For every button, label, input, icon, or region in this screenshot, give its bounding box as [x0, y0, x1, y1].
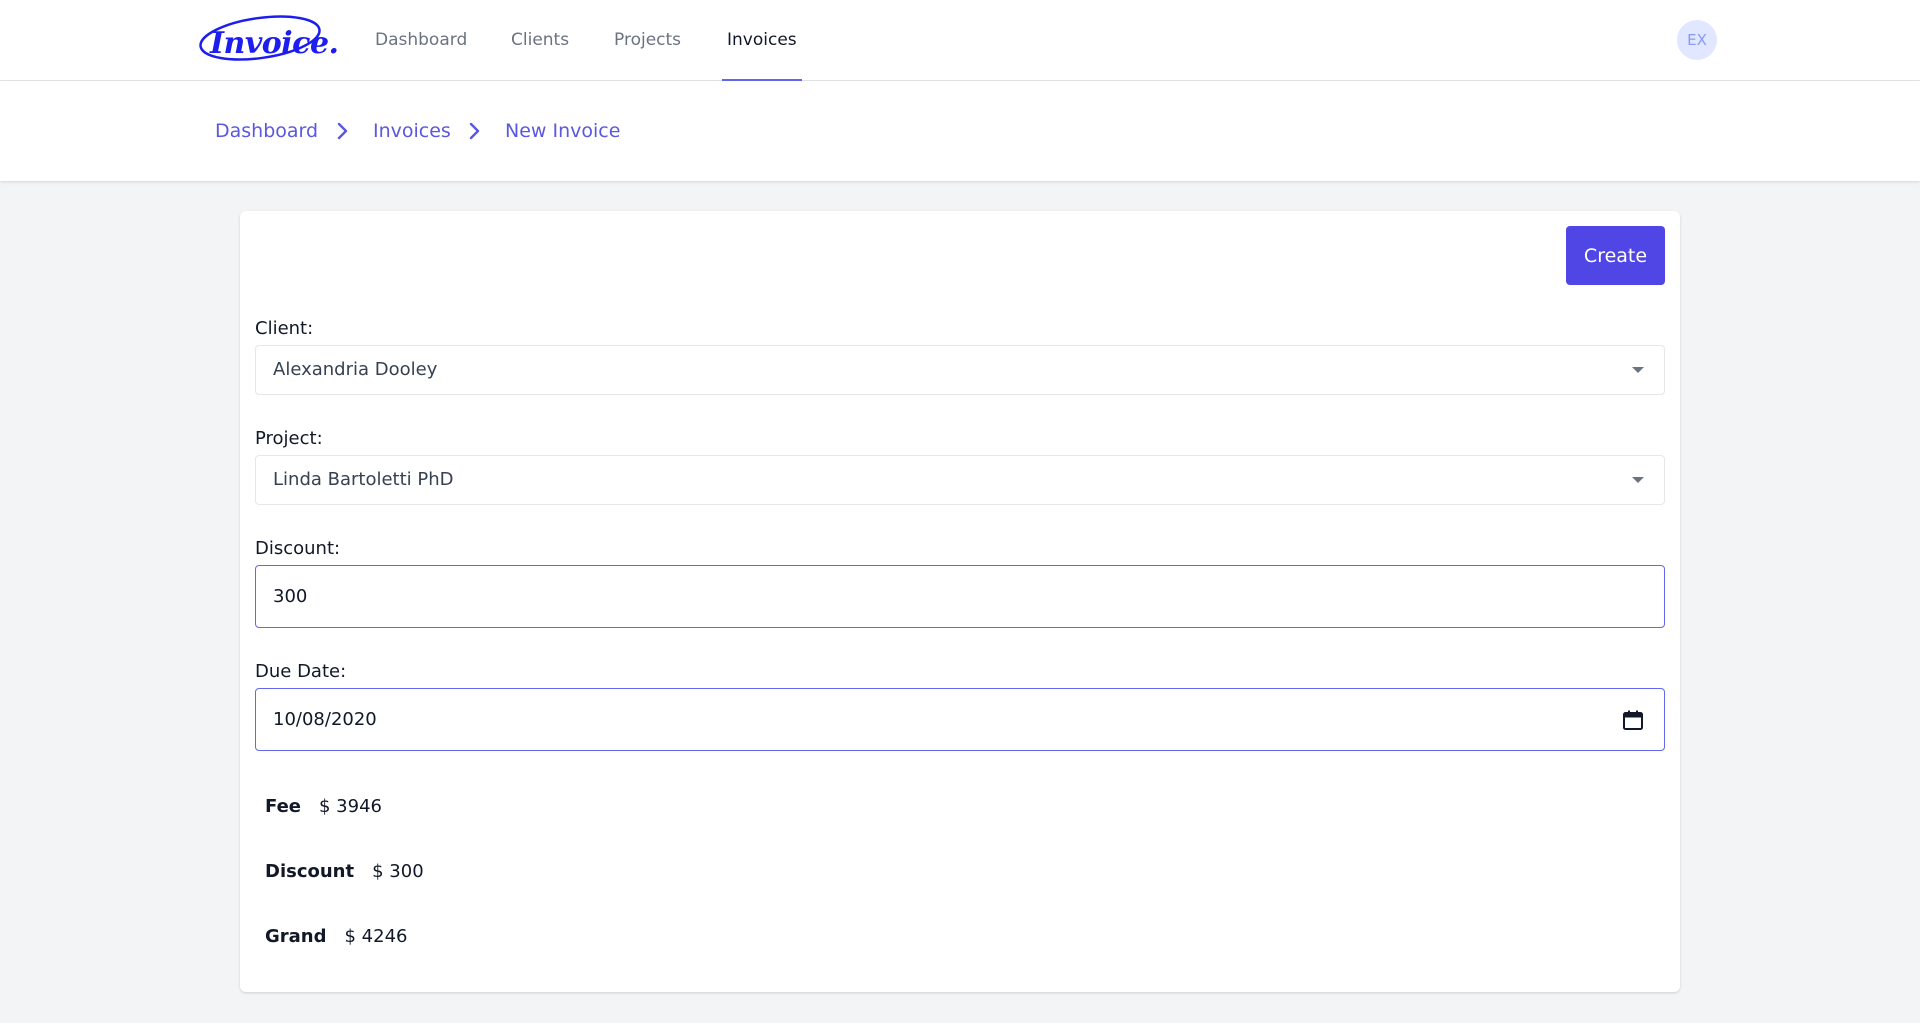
- top-navbar: Invoice. Dashboard Clients Projects Invo…: [0, 0, 1920, 81]
- invoice-logo[interactable]: Invoice.: [196, 14, 339, 66]
- discount-summary-value: $ 300: [372, 861, 424, 882]
- chevron-down-icon: [1632, 477, 1644, 483]
- breadcrumb-new-invoice[interactable]: New Invoice: [505, 81, 620, 181]
- discount-input-value: 300: [273, 586, 308, 607]
- nav-dashboard[interactable]: Dashboard: [375, 0, 467, 80]
- discount-summary-label: Discount: [265, 861, 355, 882]
- nav-invoices[interactable]: Invoices: [722, 0, 802, 81]
- due-date-label: Due Date:: [255, 661, 347, 682]
- client-select[interactable]: Alexandria Dooley: [255, 345, 1665, 395]
- project-label: Project:: [255, 428, 323, 449]
- summary-fee-row: Fee $ 3946: [265, 796, 382, 817]
- nav-projects[interactable]: Projects: [614, 0, 681, 80]
- calendar-icon[interactable]: [1622, 709, 1644, 731]
- breadcrumb-dashboard[interactable]: Dashboard: [215, 81, 318, 181]
- invoice-form-card: Create Client: Alexandria Dooley Project…: [240, 211, 1680, 992]
- chevron-right-icon: [337, 122, 348, 140]
- chevron-down-icon: [1632, 367, 1644, 373]
- project-select[interactable]: Linda Bartoletti PhD: [255, 455, 1665, 505]
- due-date-input[interactable]: 10/08/2020: [255, 688, 1665, 751]
- fee-value: $ 3946: [318, 796, 382, 817]
- grand-value: $ 4246: [344, 926, 408, 947]
- client-label: Client:: [255, 318, 314, 339]
- discount-input[interactable]: 300: [255, 565, 1665, 628]
- client-select-value: Alexandria Dooley: [273, 359, 438, 380]
- summary-grand-row: Grand $ 4246: [265, 926, 407, 947]
- chevron-right-icon: [469, 122, 480, 140]
- breadcrumb: Dashboard Invoices New Invoice: [0, 81, 1920, 181]
- nav-clients[interactable]: Clients: [511, 0, 569, 80]
- summary-discount-row: Discount $ 300: [265, 861, 424, 882]
- breadcrumb-invoices[interactable]: Invoices: [373, 81, 451, 181]
- discount-label: Discount:: [255, 538, 341, 559]
- grand-label: Grand: [265, 926, 327, 947]
- logo-text: Invoice.: [210, 26, 339, 61]
- fee-label: Fee: [265, 796, 301, 817]
- due-date-input-value: 10/08/2020: [273, 709, 377, 730]
- create-button[interactable]: Create: [1566, 226, 1665, 285]
- project-select-value: Linda Bartoletti PhD: [273, 469, 454, 490]
- user-avatar[interactable]: EX: [1677, 20, 1717, 60]
